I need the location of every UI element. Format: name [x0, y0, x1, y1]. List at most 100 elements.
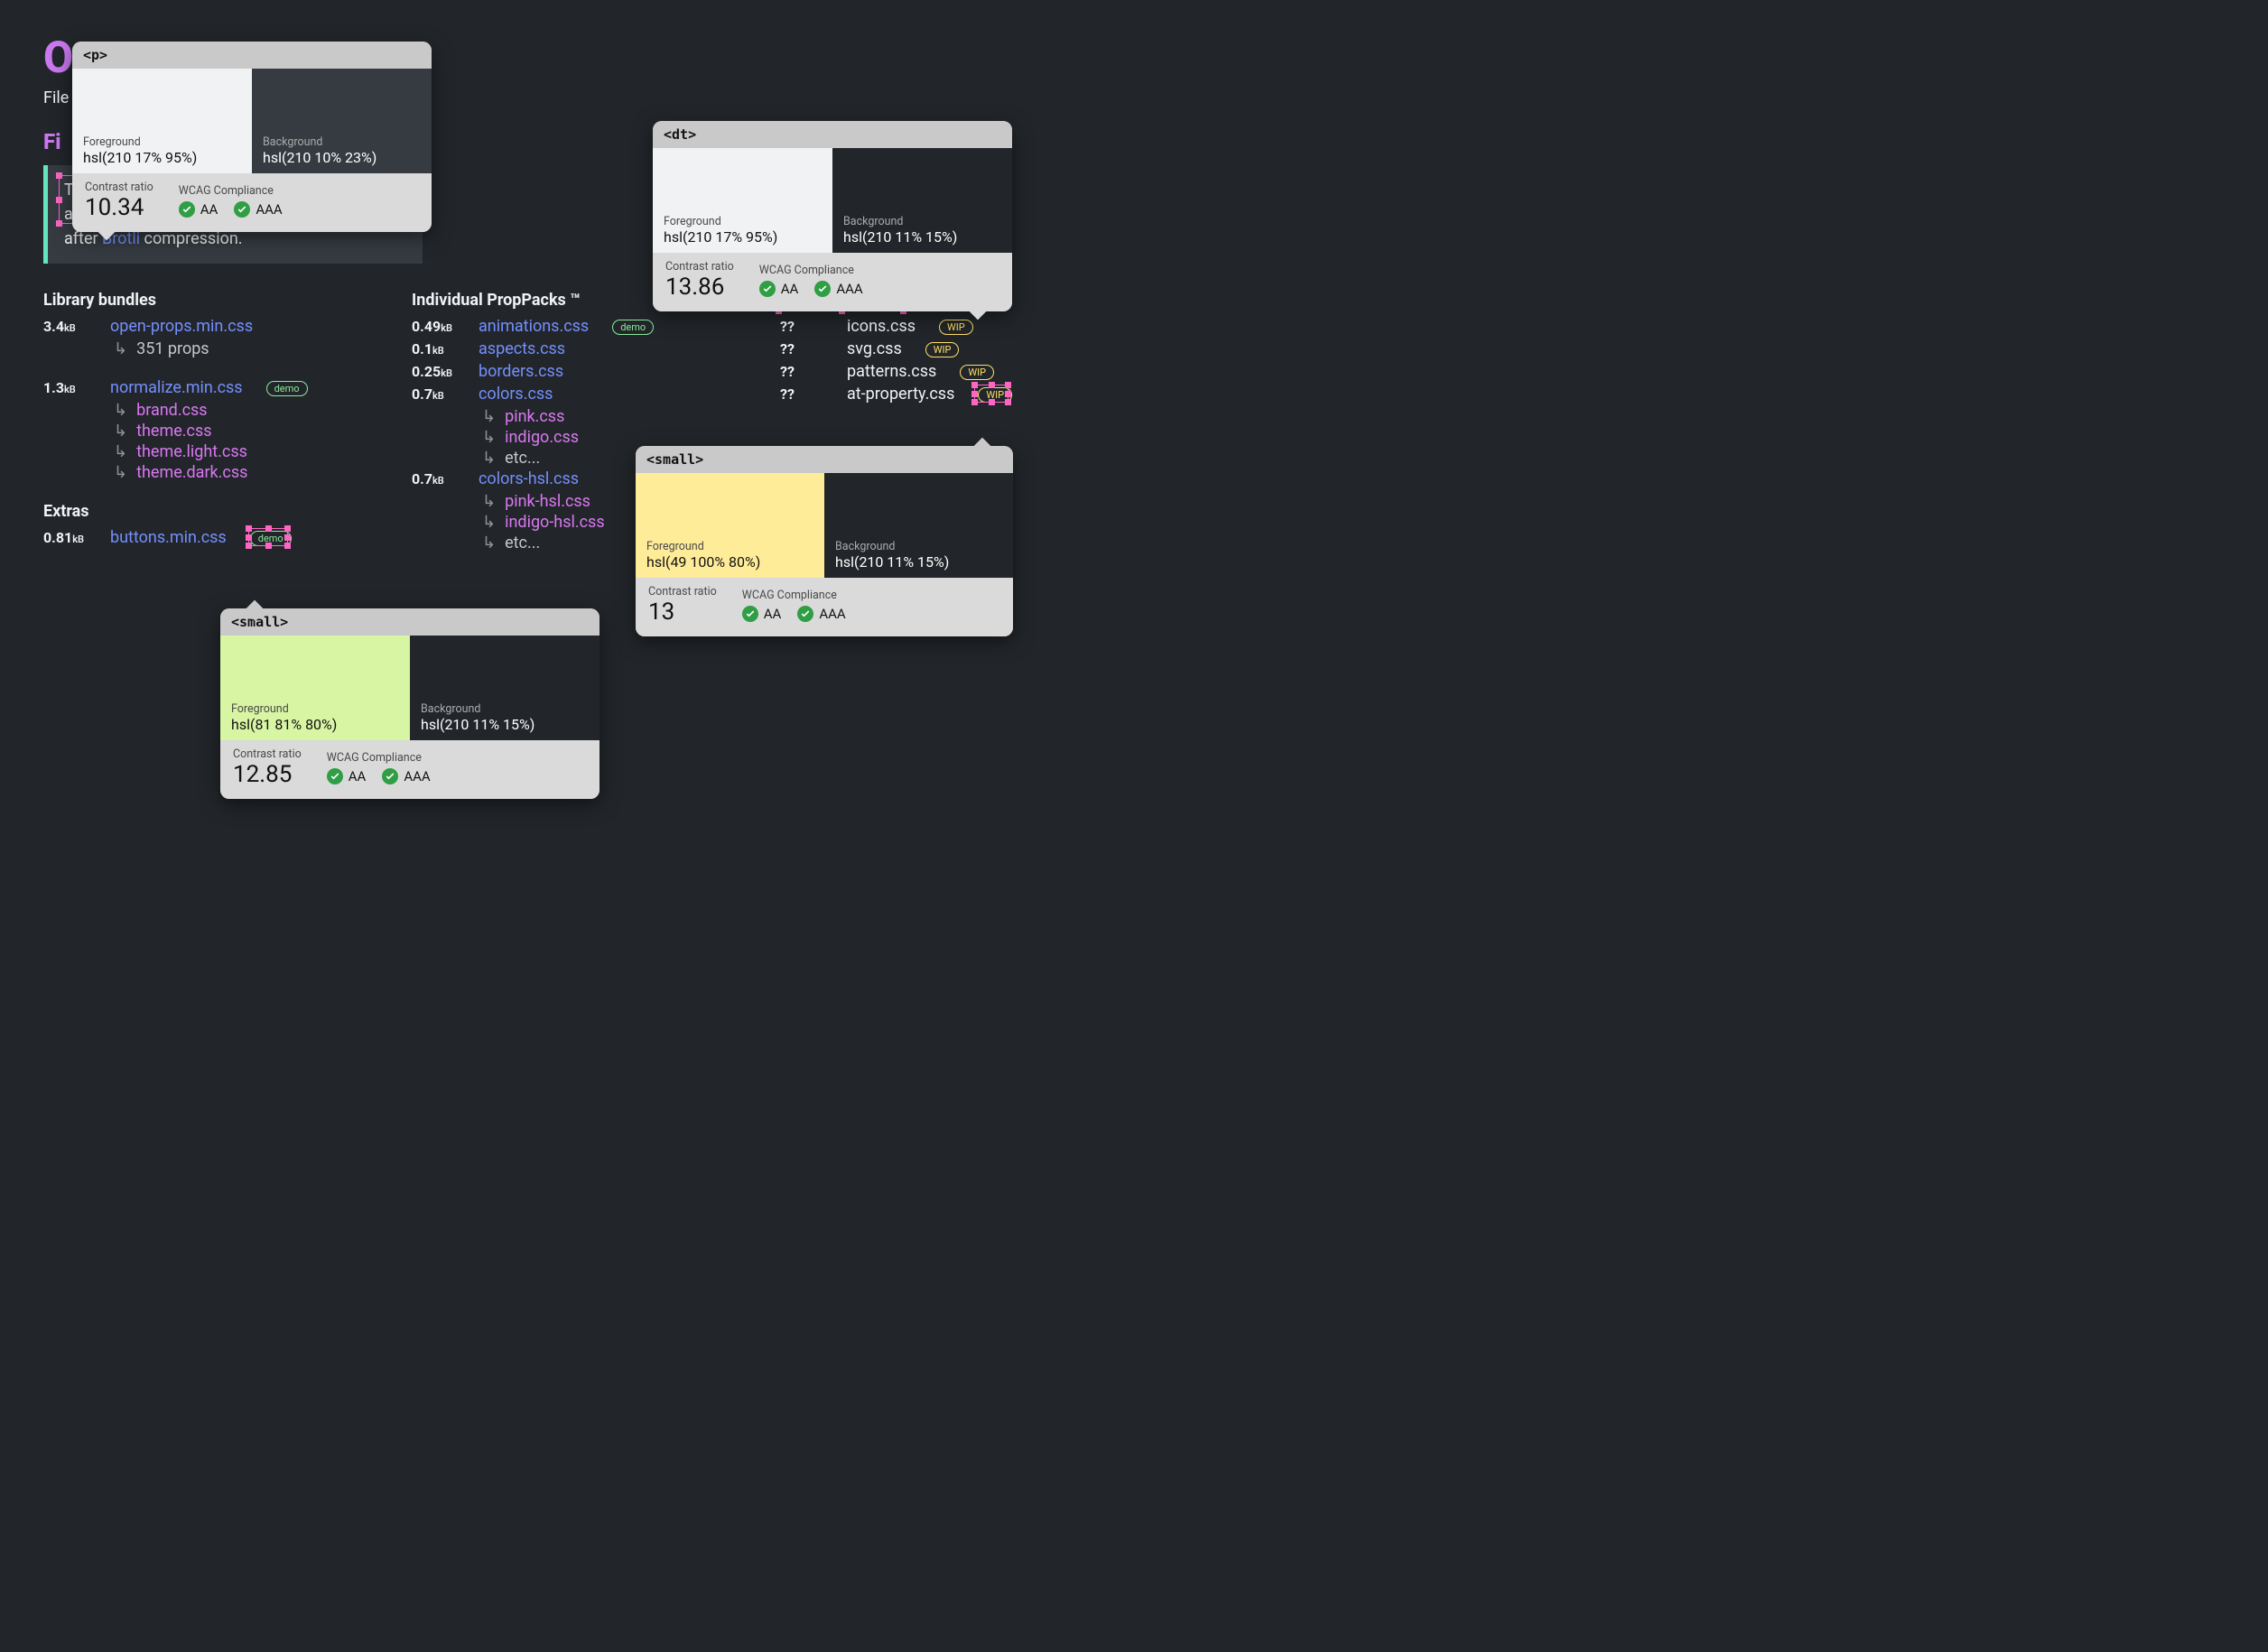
- file-label: icons.css: [847, 317, 916, 336]
- label: Background: [843, 215, 1001, 228]
- file-row: 0.7kB colors.css: [412, 385, 737, 404]
- contrast-value: 13.86: [665, 274, 734, 301]
- file-label: at-property.css: [847, 385, 954, 404]
- wcag-block: WCAG Compliance AA AAA: [742, 589, 846, 622]
- check-icon: [797, 606, 813, 622]
- check-icon: [179, 201, 195, 218]
- sub-link[interactable]: indigo.css: [505, 428, 579, 447]
- wip-badge: WIP: [925, 342, 960, 357]
- contrast-tooltip: <small> Foreground hsl(49 100% 80%) Back…: [636, 446, 1013, 636]
- file-size: ??: [780, 340, 829, 357]
- demo-badge: demo: [250, 531, 292, 546]
- sub-link[interactable]: brand.css: [136, 401, 208, 420]
- indent-arrow-icon: ↳: [114, 422, 127, 441]
- file-link[interactable]: animations.css: [479, 317, 589, 336]
- file-size: 1.3kB: [43, 379, 92, 396]
- contrast-value: 12.85: [233, 761, 302, 788]
- file-row: 0.49kB animations.css demo: [412, 317, 737, 336]
- file-size: 0.81kB: [43, 529, 92, 546]
- check-icon: [327, 768, 343, 784]
- label: Background: [421, 702, 589, 716]
- label: WCAG Compliance: [742, 589, 846, 602]
- file-row: 0.81kB buttons.min.css demo: [43, 528, 368, 547]
- check-icon: [234, 201, 250, 218]
- file-link[interactable]: colors-hsl.css: [479, 469, 579, 488]
- file-row: 0.1kB aspects.css: [412, 339, 737, 358]
- file-link[interactable]: aspects.css: [479, 339, 565, 358]
- file-size: 0.7kB: [412, 470, 460, 487]
- file-row: ?? svg.css WIP: [780, 339, 1051, 358]
- file-size: 0.49kB: [412, 318, 460, 335]
- file-row: 1.3kB normalize.min.css demo: [43, 378, 368, 397]
- demo-badge: demo: [266, 381, 308, 396]
- color-value: hsl(81 81% 80%): [231, 716, 399, 733]
- indent-arrow-icon: ↳: [114, 463, 127, 482]
- indent-arrow-icon: ↳: [114, 401, 127, 420]
- file-size: 0.1kB: [412, 340, 460, 357]
- file-link[interactable]: colors.css: [479, 385, 553, 404]
- sub-link[interactable]: pink.css: [505, 407, 564, 426]
- tooltip-tag: <dt>: [653, 121, 1012, 148]
- contrast-value: 10.34: [85, 194, 153, 221]
- label: WCAG Compliance: [179, 184, 283, 198]
- wcag-aaa: AAA: [382, 768, 430, 784]
- label: WCAG Compliance: [759, 264, 863, 277]
- wcag-aa: AA: [179, 201, 218, 218]
- file-link[interactable]: normalize.min.css: [110, 378, 243, 397]
- wcag-block: WCAG Compliance AA AAA: [179, 184, 283, 218]
- label: Contrast ratio: [85, 181, 153, 194]
- wcag-aaa: AAA: [797, 606, 845, 622]
- sub-link[interactable]: theme.light.css: [136, 442, 247, 461]
- color-value: hsl(210 17% 95%): [83, 149, 241, 166]
- file-link[interactable]: borders.css: [479, 362, 563, 381]
- etc-text: etc...: [505, 534, 540, 552]
- wcag-aaa: AAA: [234, 201, 282, 218]
- file-size: ??: [780, 363, 829, 380]
- file-size: 0.7kB: [412, 385, 460, 403]
- file-row: 0.25kB borders.css: [412, 362, 737, 381]
- label: Contrast ratio: [233, 747, 302, 761]
- wcag-aa: AA: [759, 281, 799, 297]
- label: Foreground: [664, 215, 822, 228]
- label: WCAG Compliance: [327, 751, 431, 765]
- background-swatch: Background hsl(210 11% 15%): [824, 473, 1013, 578]
- wip-badge: WIP: [939, 320, 973, 335]
- file-link[interactable]: buttons.min.css: [110, 528, 227, 547]
- sub-link[interactable]: pink-hsl.css: [505, 492, 590, 511]
- demo-badge: demo: [612, 320, 654, 335]
- tooltip-tag: <small>: [220, 608, 600, 636]
- background-swatch: Background hsl(210 10% 23%): [252, 69, 432, 173]
- label: Background: [835, 540, 1002, 553]
- check-icon: [382, 768, 398, 784]
- wcag-aa: AA: [742, 606, 782, 622]
- file-size: ??: [780, 385, 829, 403]
- contrast-tooltip: <small> Foreground hsl(81 81% 80%) Backg…: [220, 608, 600, 799]
- label: Contrast ratio: [648, 585, 717, 599]
- sub-link[interactable]: indigo-hsl.css: [505, 513, 605, 532]
- contrast-tooltip: <dt> Foreground hsl(210 17% 95%) Backgro…: [653, 121, 1012, 311]
- file-size: 0.25kB: [412, 363, 460, 380]
- color-value: hsl(49 100% 80%): [646, 553, 813, 571]
- check-icon: [814, 281, 831, 297]
- label: Foreground: [646, 540, 813, 553]
- sub-list: ↳brand.css ↳theme.css ↳theme.light.css ↳…: [114, 401, 368, 482]
- contrast-tooltip: <p> Foreground hsl(210 17% 95%) Backgrou…: [72, 42, 432, 232]
- foreground-swatch: Foreground hsl(49 100% 80%): [636, 473, 824, 578]
- label: Contrast ratio: [665, 260, 734, 274]
- contrast-ratio: Contrast ratio 10.34: [85, 181, 153, 221]
- group-title: Library bundles: [43, 291, 368, 310]
- callout-text: compression.: [140, 229, 242, 248]
- check-icon: [742, 606, 758, 622]
- file-link[interactable]: open-props.min.css: [110, 317, 253, 336]
- sub-link[interactable]: theme.css: [136, 422, 211, 441]
- file-size: ??: [780, 318, 829, 335]
- color-value: hsl(210 11% 15%): [835, 553, 1002, 571]
- file-row: 3.4kB open-props.min.css: [43, 317, 368, 336]
- wcag-aaa: AAA: [814, 281, 862, 297]
- wcag-block: WCAG Compliance AA AAA: [327, 751, 431, 784]
- callout-text: after: [64, 229, 102, 248]
- check-icon: [759, 281, 776, 297]
- sub-link[interactable]: theme.dark.css: [136, 463, 247, 482]
- file-row: ?? patterns.css WIP: [780, 362, 1051, 381]
- contrast-ratio: Contrast ratio 13.86: [665, 260, 734, 301]
